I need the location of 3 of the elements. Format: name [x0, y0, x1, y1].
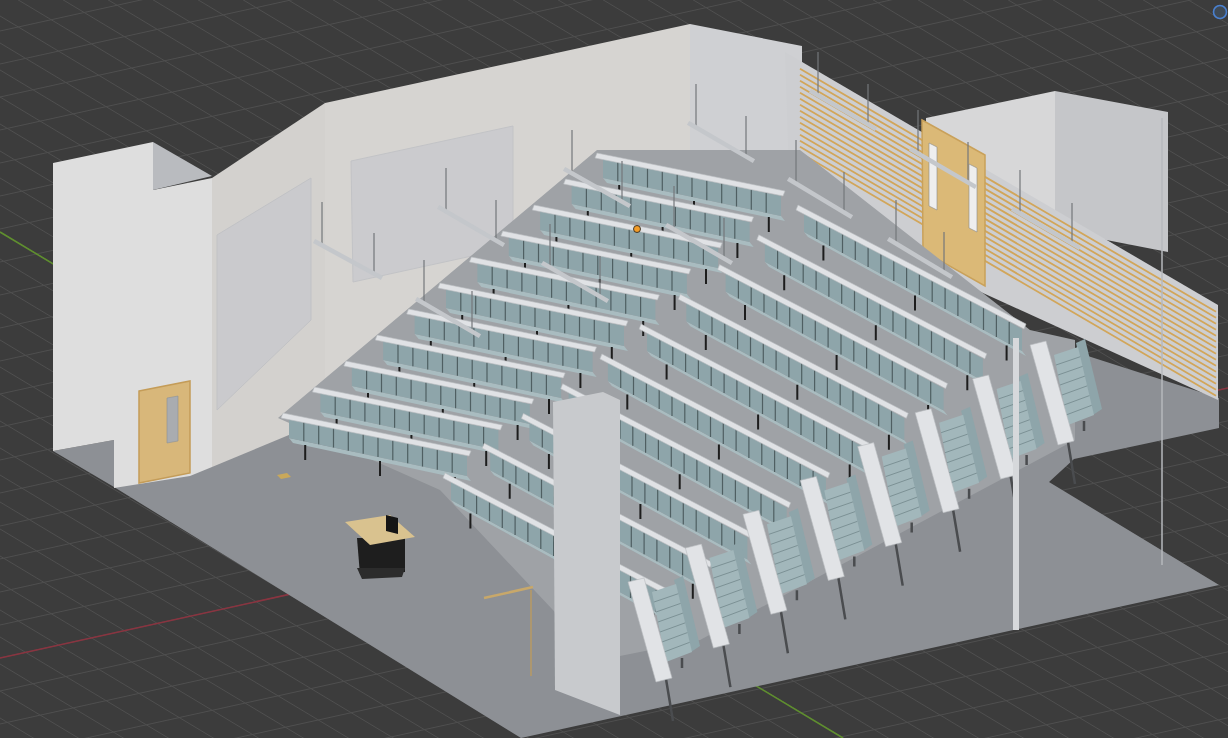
lectern [345, 515, 415, 579]
gizmo-handle-icon[interactable] [1212, 4, 1228, 20]
floor-marker [277, 473, 291, 479]
